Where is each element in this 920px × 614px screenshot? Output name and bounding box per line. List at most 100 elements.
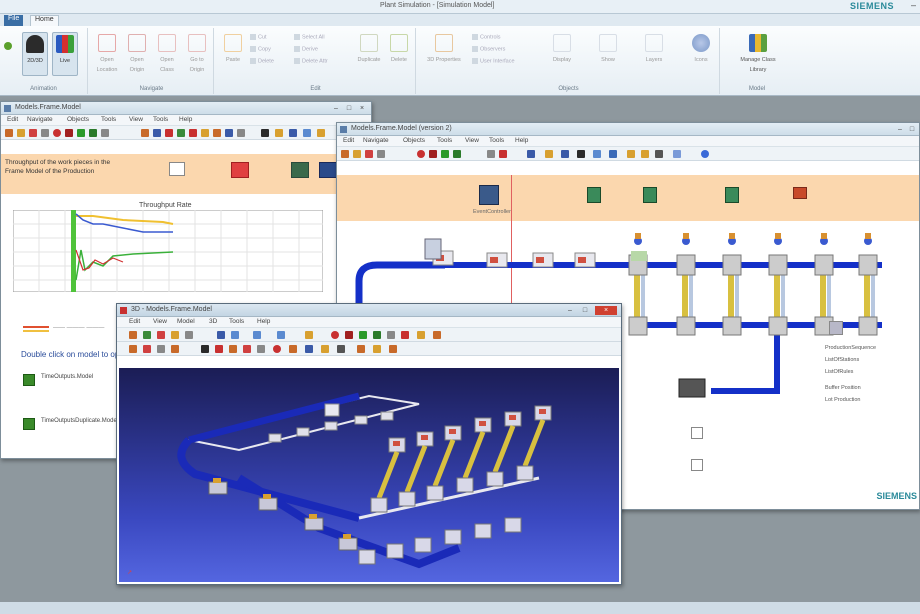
step-icon[interactable] [89,129,97,137]
toolbar-icon[interactable] [655,150,663,158]
list-item[interactable]: Buffer Position [825,385,861,391]
minimize-icon[interactable]: – [565,306,575,315]
toolbar-icon[interactable] [289,345,297,353]
toolbar-icon[interactable] [545,150,553,158]
toolbar-icon[interactable] [499,150,507,158]
minimize-icon[interactable]: – [895,125,905,134]
toolbar-icon[interactable] [353,150,361,158]
method-icon[interactable] [691,459,703,471]
step-icon[interactable] [453,150,461,158]
menu-edit[interactable]: Edit [7,116,18,123]
toolbar-icon[interactable] [387,331,395,339]
toolbar-icon[interactable] [673,150,681,158]
derive-command[interactable]: Derive [294,46,318,55]
minimize-icon[interactable]: – [911,0,916,10]
list-item[interactable]: TimeOutputs.Model [41,374,93,380]
toolbar-icon[interactable] [225,129,233,137]
toolbar-icon[interactable] [337,345,345,353]
copy-command[interactable]: Copy [250,46,271,55]
toolbar-icon[interactable] [5,129,13,137]
minimize-icon[interactable]: – [331,104,341,113]
play-icon[interactable] [77,129,85,137]
toolbar-icon[interactable] [401,331,409,339]
open-class-button[interactable]: Open Class [154,32,180,76]
reset-icon[interactable] [53,129,61,137]
menu-navigate[interactable]: Navigate [27,116,53,123]
toolbar-icon[interactable] [305,345,313,353]
toolbar-icon[interactable] [177,129,185,137]
menu-objects[interactable]: Objects [403,137,425,144]
play-icon[interactable] [359,331,367,339]
duplicate-button[interactable]: Duplicate [356,32,382,76]
menu-model[interactable]: Model [177,318,195,325]
select-all-command[interactable]: Select All [294,34,325,43]
toolbar-icon[interactable] [417,331,425,339]
maximize-icon[interactable]: □ [344,104,354,113]
delete-button[interactable]: Delete [386,32,412,76]
3d-properties-button[interactable]: 3D Properties [426,32,462,76]
shop-icon[interactable] [231,162,249,178]
table-object-icon[interactable] [829,321,843,335]
method-icon[interactable] [725,187,739,203]
menu-tools-2[interactable]: Tools [489,137,504,144]
toolbar-icon[interactable] [561,150,569,158]
toolbar-icon[interactable] [237,129,245,137]
list-item[interactable]: Lot Production [825,397,860,403]
menu-objects[interactable]: Objects [67,116,89,123]
toolbar-icon[interactable] [373,345,381,353]
manage-class-library-button[interactable]: Manage Class Library [736,32,780,76]
toolbar-icon[interactable] [189,129,197,137]
icon-editor-button[interactable]: Icons [686,32,716,76]
3d-viewport[interactable]: ↗ [119,368,619,582]
open-origin-button[interactable]: Open Origin [124,32,150,76]
reset-icon[interactable] [331,331,339,339]
cut-command[interactable]: Cut [250,34,267,43]
toolbar-icon[interactable] [487,150,495,158]
list-item[interactable]: ListOfStations [825,357,859,363]
toolbar-icon[interactable] [157,331,165,339]
menu-tools[interactable]: Tools [101,116,116,123]
toolbar-icon[interactable] [277,331,285,339]
menu-3d[interactable]: 3D [209,318,217,325]
toolbar-icon[interactable] [29,129,37,137]
toolbar-icon[interactable] [101,129,109,137]
toolbar-icon[interactable] [243,345,251,353]
toolbar-icon[interactable] [41,129,49,137]
toolbar-icon[interactable] [261,129,269,137]
delete-small-command[interactable]: Delete [250,58,274,67]
chart-object-icon[interactable] [793,187,807,199]
toolbar-icon[interactable] [217,331,225,339]
user-interface-command[interactable]: User Interface [472,58,515,67]
method-icon[interactable] [643,187,657,203]
chart-object-icon[interactable] [291,162,309,178]
stop-icon[interactable] [65,129,73,137]
toolbar-icon[interactable] [341,150,349,158]
toolbar-icon[interactable] [627,150,635,158]
toolbar-icon[interactable] [289,129,297,137]
list-item[interactable]: ProductionSequence [825,345,876,351]
stop-icon[interactable] [429,150,437,158]
maximize-icon[interactable]: □ [580,306,590,315]
toolbar-icon[interactable] [317,129,325,137]
method-icon[interactable] [691,427,703,439]
model-file-icon[interactable] [23,418,35,430]
chart-window-titlebar[interactable]: Models.Frame.Model – □ × [1,102,371,115]
reset-icon[interactable] [417,150,425,158]
camera-icon[interactable] [169,162,185,176]
toolbar-icon[interactable] [171,331,179,339]
toolbar-icon[interactable] [257,345,265,353]
toolbar-icon[interactable] [165,129,173,137]
toolbar-icon[interactable] [377,150,385,158]
model-file-icon[interactable] [23,374,35,386]
toolbar-icon[interactable] [305,331,313,339]
toolbar-icon[interactable] [641,150,649,158]
method-icon[interactable] [587,187,601,203]
menu-edit[interactable]: Edit [129,318,140,325]
globe-icon[interactable] [701,150,709,158]
toolbar-icon[interactable] [527,150,535,158]
list-item[interactable]: ListOfRules [825,369,853,375]
cursor-icon[interactable] [201,345,209,353]
toolbar-icon[interactable] [357,345,365,353]
toolbar-icon[interactable] [143,331,151,339]
menu-view[interactable]: View [129,116,143,123]
